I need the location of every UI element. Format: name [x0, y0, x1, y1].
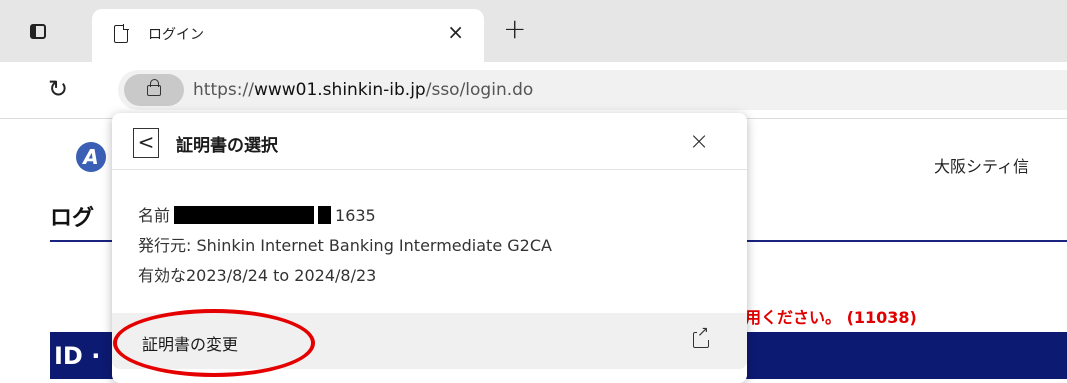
back-button[interactable]: < [133, 128, 159, 158]
tab-login[interactable]: ログイン × [92, 9, 484, 62]
external-link-icon [693, 324, 709, 348]
site-info-button[interactable] [124, 74, 184, 106]
id-section-label: ID · [54, 342, 101, 370]
url-host: www01.shinkin-ib.jp [253, 80, 426, 100]
popup-title: 証明書の選択 [176, 136, 278, 156]
cert-name-suffix: 1635 [335, 206, 376, 225]
url-text[interactable]: https://www01.shinkin-ib.jp/sso/login.do [193, 80, 533, 100]
redaction-block [318, 206, 332, 224]
url-path: /sso/login.do [425, 80, 534, 100]
reload-icon[interactable]: ↻ [48, 76, 74, 102]
redaction-block [174, 206, 315, 224]
cert-name-line: 名前 1635 [138, 201, 552, 231]
bank-name: 大阪シティ信 [934, 157, 1030, 176]
browser-toolbar: ↻ https://www01.shinkin-ib.jp/sso/login.… [0, 62, 1067, 119]
error-message: 用ください。 (11038) [745, 308, 917, 327]
url-prefix: https:// [193, 80, 254, 100]
lock-icon [147, 79, 161, 96]
tab-title: ログイン [148, 27, 204, 43]
page-icon [114, 24, 129, 43]
bank-logo: A [76, 142, 106, 172]
cert-issuer: 発行元: Shinkin Internet Banking Intermedia… [138, 236, 552, 255]
tab-actions-icon[interactable] [26, 20, 52, 44]
certificate-details: 名前 1635 発行元: Shinkin Internet Banking Int… [138, 201, 552, 291]
cert-name-label: 名前 [138, 206, 171, 225]
tab-strip: ログイン × + [0, 0, 1067, 62]
address-bar[interactable]: https://www01.shinkin-ib.jp/sso/login.do [118, 70, 1067, 110]
page-title: ログ [50, 206, 95, 231]
popup-header: < 証明書の選択 × [112, 113, 747, 170]
close-button[interactable]: × [689, 127, 709, 155]
cert-validity: 有効な2023/8/24 to 2024/8/23 [138, 266, 377, 285]
new-tab-button[interactable]: + [503, 14, 526, 44]
tab-close-button[interactable]: × [447, 20, 464, 44]
highlight-ellipse [113, 309, 315, 377]
